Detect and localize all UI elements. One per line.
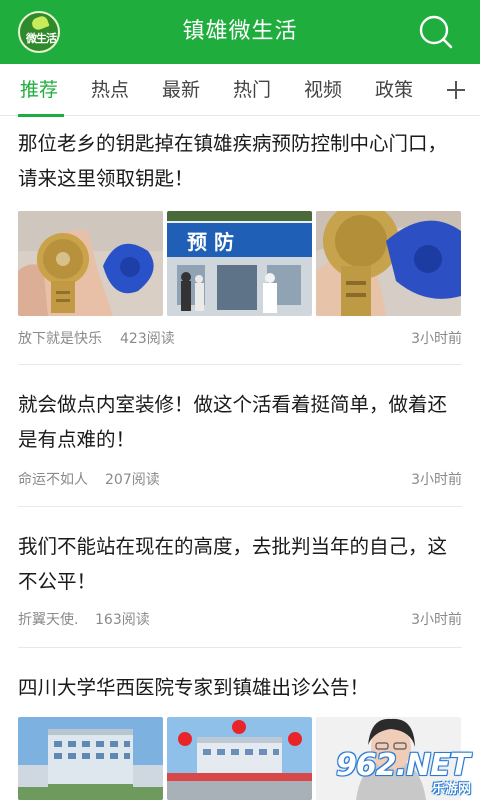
article-image[interactable] (167, 717, 312, 800)
watermark-subtitle: 乐游网 (432, 782, 472, 797)
article-read-count: 163阅读 (95, 612, 150, 628)
sign-text: 预 防 (187, 230, 234, 254)
article-image[interactable]: 预 防 (167, 211, 312, 316)
tab-video[interactable]: 视频 (304, 64, 342, 116)
active-tab-indicator (18, 114, 64, 117)
article-item[interactable]: 那位老乡的钥匙掉在镇雄疾病预防控制中心门口，请来这里领取钥匙！ (18, 126, 462, 196)
tab-policy[interactable]: 政策 (375, 64, 413, 116)
article-meta: 折翼天使. 163阅读 3小时前 (18, 610, 462, 630)
divider (18, 506, 462, 507)
tab-latest[interactable]: 最新 (162, 64, 200, 116)
article-image[interactable] (18, 717, 163, 800)
divider (18, 647, 462, 648)
tab-recommended[interactable]: 推荐 (20, 64, 58, 116)
top-app-bar: 微生活 镇雄微生活 (0, 0, 480, 64)
article-time: 3小时前 (411, 472, 462, 488)
article-meta: 命运不如人 207阅读 3小时前 (18, 470, 462, 490)
article-meta: 放下就是快乐 423阅读 3小时前 (18, 329, 462, 349)
divider (18, 364, 462, 365)
article-image[interactable] (18, 211, 163, 316)
article-read-count: 207阅读 (105, 472, 160, 488)
article-author[interactable]: 命运不如人 (18, 470, 88, 490)
search-button[interactable] (418, 14, 454, 50)
article-time: 3小时前 (411, 331, 462, 347)
tab-popular[interactable]: 热门 (233, 64, 271, 116)
search-icon (419, 15, 453, 49)
article-author[interactable]: 折翼天使. (18, 610, 78, 630)
article-title[interactable]: 就会做点内室装修！做这个活看着挺简单，做着还是有点难的！ (18, 387, 462, 457)
article-item[interactable]: 就会做点内室装修！做这个活看着挺简单，做着还是有点难的！ (18, 387, 462, 457)
article-title[interactable]: 那位老乡的钥匙掉在镇雄疾病预防控制中心门口，请来这里领取钥匙！ (18, 126, 462, 196)
article-item[interactable]: 我们不能站在现在的高度，去批判当年的自己，这不公平！ (18, 529, 462, 599)
article-read-count: 423阅读 (120, 331, 175, 347)
app-title: 镇雄微生活 (182, 19, 298, 44)
watermark: 962.NET 乐游网 (336, 748, 476, 797)
article-time: 3小时前 (411, 612, 462, 628)
article-title[interactable]: 四川大学华西医院专家到镇雄出诊公告！ (18, 670, 462, 705)
category-tabs: 推荐 热点 最新 热门 视频 政策 (0, 64, 480, 116)
article-image[interactable] (316, 211, 461, 316)
article-author[interactable]: 放下就是快乐 (18, 329, 102, 349)
article-title[interactable]: 我们不能站在现在的高度，去批判当年的自己，这不公平！ (18, 529, 462, 599)
plus-icon[interactable] (438, 64, 474, 116)
article-item[interactable]: 四川大学华西医院专家到镇雄出诊公告！ (18, 670, 462, 705)
tab-hot-topics[interactable]: 热点 (91, 64, 129, 116)
